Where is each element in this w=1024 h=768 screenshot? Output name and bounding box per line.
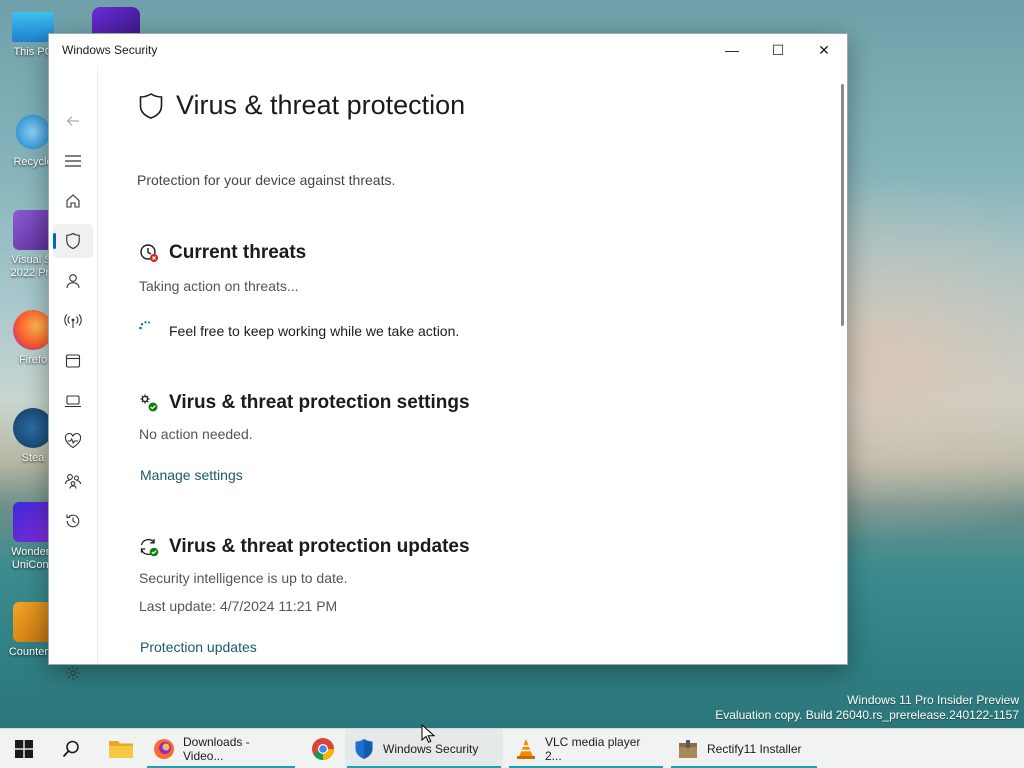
taskbar-app-label: VLC media player 2... [545,734,641,763]
minimize-button[interactable]: — [709,34,755,66]
taskbar-app-rectify11[interactable]: Rectify11 Installer [669,729,819,768]
laptop-icon [65,395,81,408]
chrome-icon [312,737,334,760]
page-title: Virus & threat protection [176,90,466,120]
manage-settings-link[interactable]: Manage settings [140,467,243,483]
windows-logo-icon [15,739,33,758]
protection-settings-header: Virus & threat protection settings [139,392,470,414]
search-icon [62,740,79,757]
main-content: Virus & threat protection Protection for… [97,66,847,664]
progress-spinner-icon [139,321,150,330]
update-sync-icon [140,538,159,557]
heart-pulse-icon [64,433,82,449]
home-icon [66,194,80,208]
nav-settings[interactable] [53,656,93,690]
folder-icon [109,740,133,758]
nav-virus-protection[interactable] [53,224,93,258]
scrollbar[interactable] [841,84,844,326]
app-window-icon [65,354,81,368]
threat-history-icon [140,244,158,262]
vlc-cone-icon [517,738,535,759]
settings-gears-icon [140,394,158,412]
file-explorer-button[interactable] [101,729,141,768]
antenna-icon [64,314,82,328]
taskbar-app-firefox[interactable]: Downloads - Video... [145,729,297,768]
title-bar[interactable]: Windows Security — ☐ ✕ [49,34,847,66]
evaluation-watermark: Windows 11 Pro Insider Preview Evaluatio… [715,693,1019,723]
nav-app-browser-control[interactable] [53,344,93,378]
family-icon [64,474,82,489]
shield-icon [355,738,373,759]
watermark-line-1: Windows 11 Pro Insider Preview [847,693,1019,707]
window-title: Windows Security [62,43,158,57]
last-update-timestamp: Last update: 4/7/2024 11:21 PM [139,598,338,614]
taskbar-app-label: Rectify11 Installer [707,741,802,756]
maximize-button[interactable]: ☐ [755,34,801,66]
section-title: Virus & threat protection settings [169,392,470,413]
uniconverter-icon [13,502,53,542]
firefox-icon [154,738,174,759]
search-button[interactable] [51,729,91,768]
updates-status: Security intelligence is up to date. [139,570,348,586]
hamburger-icon [65,155,81,167]
chrome-button[interactable] [303,729,343,768]
section-title: Virus & threat protection updates [169,536,470,557]
nav-home[interactable] [53,184,93,218]
back-arrow-icon [66,116,79,126]
menu-button[interactable] [53,144,93,178]
threats-status: Taking action on threats... [139,278,299,294]
current-threats-header: Current threats [139,242,306,264]
close-button[interactable]: ✕ [801,34,847,66]
visual-studio-icon [13,210,53,250]
person-icon [66,274,80,289]
taskbar-app-vlc[interactable]: VLC media player 2... [507,729,665,768]
taskbar: Downloads - Video... Windows Security VL… [0,728,1024,768]
nav-device-performance[interactable] [53,424,93,458]
gear-icon [66,666,80,680]
shield-icon [139,92,163,119]
section-title: Current threats [169,242,307,263]
installer-box-icon [679,739,697,758]
page-header: Virus & threat protection [138,90,465,121]
back-button[interactable] [53,104,93,138]
recycle-bin-icon [13,112,53,152]
nav-family-options[interactable] [53,464,93,498]
nav-sidebar [49,66,97,680]
firefox-icon [13,310,53,350]
nav-protection-history[interactable] [53,504,93,538]
page-subtitle: Protection for your device against threa… [137,172,396,188]
shield-icon [66,232,80,250]
taskbar-app-label: Downloads - Video... [183,734,250,763]
protection-updates-header: Virus & threat protection updates [139,536,470,558]
steam-icon [13,408,53,448]
counter-strike-icon [13,602,53,642]
threats-message: Feel free to keep working while we take … [169,323,460,339]
start-button[interactable] [4,729,44,768]
nav-firewall[interactable] [53,304,93,338]
nav-device-security[interactable] [53,384,93,418]
history-icon [66,514,80,528]
settings-status: No action needed. [139,426,253,442]
windows-security-window: Windows Security — ☐ ✕ Virus & threat pr… [48,33,848,680]
watermark-line-2: Evaluation copy. Build 26040.rs_prerelea… [715,708,1019,722]
protection-updates-link[interactable]: Protection updates [140,639,257,655]
nav-account-protection[interactable] [53,264,93,298]
mouse-cursor-icon [421,724,435,743]
